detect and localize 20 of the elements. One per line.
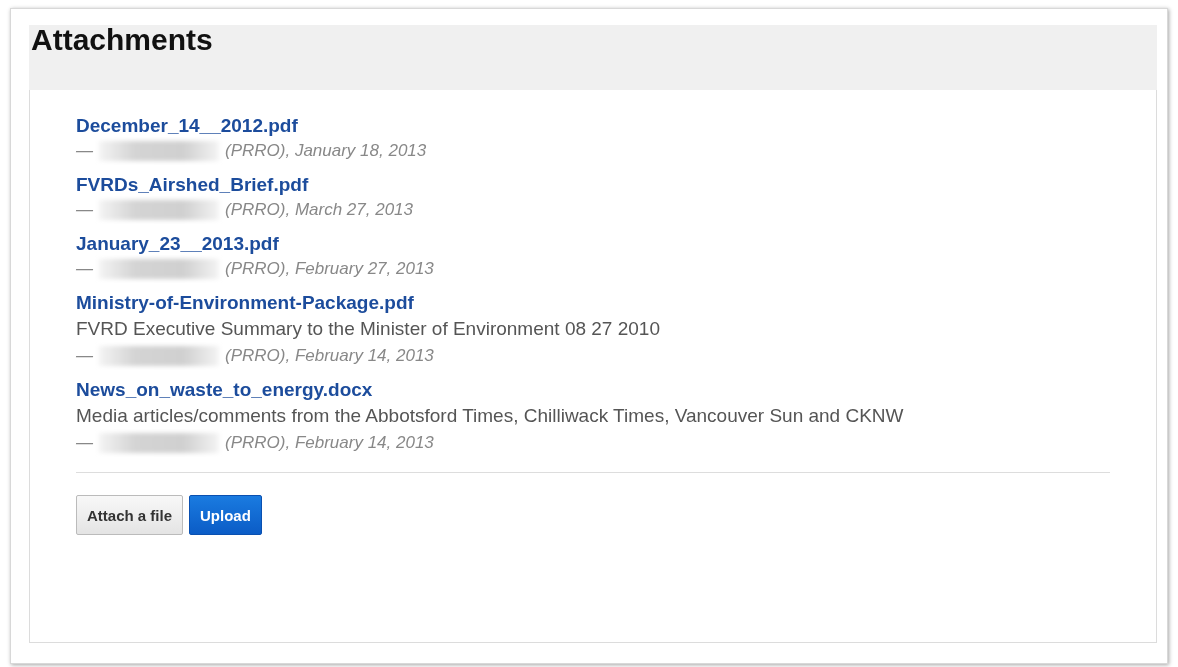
section-title: Attachments	[30, 25, 214, 55]
file-link[interactable]: January_23__2013.pdf	[76, 232, 279, 256]
file-link[interactable]: News_on_waste_to_energy.docx	[76, 378, 373, 402]
author-dash: —	[76, 432, 93, 454]
file-link[interactable]: FVRDs_Airshed_Brief.pdf	[76, 173, 309, 197]
file-description: FVRD Executive Summary to the Minister of Environment 08 27 2010	[76, 317, 661, 341]
author-date: (PRRO), February 14, 2013	[225, 432, 434, 454]
file-link[interactable]: December_14__2012.pdf	[76, 114, 298, 138]
attach-button[interactable]: Attach a file	[76, 495, 184, 535]
author-date: (PRRO), March 27, 2013	[225, 199, 413, 221]
author-dash: —	[76, 199, 93, 221]
author-dash: —	[76, 345, 93, 367]
file-link[interactable]: Ministry-of-Environment-Package.pdf	[76, 291, 414, 315]
author-date: (PRRO), January 18, 2013	[225, 140, 427, 162]
file-description: Media articles/comments from the Abbotsford Times, Chilliwack Times, Vancouver Sun and CKNW	[76, 404, 905, 428]
author-dash: —	[76, 258, 93, 280]
author-date: (PRRO), February 14, 2013	[225, 345, 434, 367]
author-date: (PRRO), February 27, 2013	[225, 258, 434, 280]
upload-button[interactable]: Upload	[189, 495, 262, 535]
author-dash: —	[76, 140, 93, 162]
